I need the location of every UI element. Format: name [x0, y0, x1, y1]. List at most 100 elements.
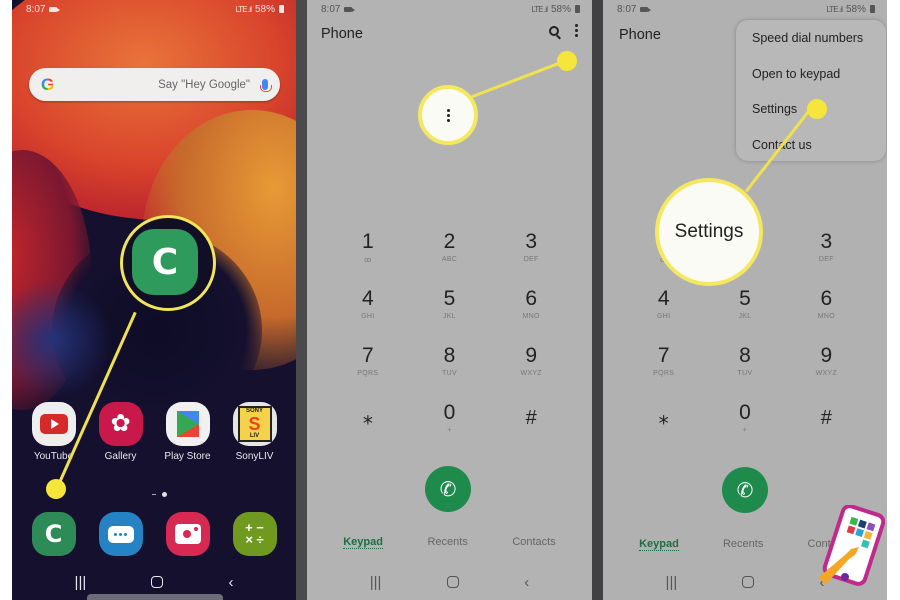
key-star[interactable]: ⁎: [327, 401, 409, 444]
clock: 8:07: [617, 3, 637, 15]
key-6[interactable]: 6 MNO: [786, 287, 867, 330]
camera-icon: [165, 512, 210, 556]
key-5[interactable]: 5 JKL: [704, 287, 785, 330]
magnified-settings: Settings: [655, 178, 763, 286]
more-options-icon[interactable]: [575, 24, 578, 37]
key-9[interactable]: 9 WXYZ: [786, 344, 867, 387]
key-digit: 2: [443, 230, 456, 253]
key-letters: JKL: [443, 313, 456, 320]
key-4[interactable]: 4 GHI: [327, 287, 409, 330]
key-6[interactable]: 6 MNO: [490, 287, 572, 330]
key-9[interactable]: 9 WXYZ: [490, 344, 572, 387]
key-letters: +: [742, 427, 748, 434]
menu-item-speed-dial[interactable]: Speed dial numbers: [736, 28, 886, 64]
dock-camera[interactable]: [157, 512, 219, 556]
key-4[interactable]: 4 GHI: [623, 287, 704, 330]
status-bar: 8:07 LTE .ıl 58%: [603, 2, 887, 16]
menu-item-open-to-keypad[interactable]: Open to keypad: [736, 64, 886, 100]
key-digit: 6: [820, 287, 833, 310]
key-hash[interactable]: #: [786, 401, 867, 444]
key-digit: 3: [820, 230, 833, 253]
dock-calculator[interactable]: + − × ÷: [224, 512, 286, 556]
clock: 8:07: [321, 3, 341, 15]
app-title: Phone: [321, 26, 363, 42]
key-digit: #: [820, 407, 832, 429]
key-letters: MNO: [817, 313, 835, 320]
key-digit: 4: [657, 287, 670, 310]
battery-percent: 58%: [550, 3, 571, 15]
menu-item-contact-us[interactable]: Contact us: [736, 135, 886, 171]
signal-icon: LTE .ıl: [531, 4, 548, 14]
call-button[interactable]: ✆: [722, 467, 768, 513]
google-search-bar[interactable]: G Say "Hey Google": [29, 68, 280, 101]
app-gallery[interactable]: ✿ Gallery: [90, 402, 152, 462]
key-letters: ABC: [441, 256, 458, 263]
key-letters: DEF: [523, 256, 539, 263]
key-8[interactable]: 8 TUV: [704, 344, 785, 387]
play-store-icon: [165, 402, 210, 446]
status-bar: 8:07 LTE .ıl 58%: [307, 2, 592, 16]
signal-icon: LTE .ıl: [235, 4, 252, 14]
recents-button[interactable]: |||: [370, 574, 382, 591]
key-3[interactable]: 3 DEF: [490, 230, 572, 273]
phone-app-icon-magnified[interactable]: C: [132, 229, 198, 295]
key-0[interactable]: 0 +: [704, 401, 785, 444]
key-2[interactable]: 2 ABC: [409, 230, 491, 273]
key-hash[interactable]: #: [490, 401, 572, 444]
key-digit: 6: [525, 287, 537, 310]
search-icon[interactable]: [549, 25, 559, 36]
mic-icon[interactable]: [260, 79, 272, 92]
app-sonyliv[interactable]: SONY S LIV SonyLIV: [224, 402, 286, 462]
app-youtube[interactable]: YouTube: [23, 402, 85, 462]
key-5[interactable]: 5 JKL: [409, 287, 491, 330]
recents-button[interactable]: |||: [666, 574, 678, 591]
key-digit: ⁎: [658, 407, 669, 429]
app-title: Phone: [619, 27, 661, 43]
home-button[interactable]: [742, 576, 755, 588]
key-7[interactable]: 7 PQRS: [623, 344, 704, 387]
key-letters: JKL: [738, 313, 752, 320]
home-apps-row: YouTube ✿ Gallery Play Store SONY S LIV …: [12, 402, 296, 462]
liv-text: LIV: [249, 433, 260, 439]
search-placeholder: Say "Hey Google": [158, 78, 250, 91]
key-letters: WXYZ: [815, 370, 838, 377]
home-button[interactable]: [446, 576, 459, 588]
key-letters: +: [447, 427, 452, 434]
google-logo-icon: G: [41, 74, 55, 94]
tab-recents[interactable]: Recents: [427, 536, 467, 549]
sonyliv-icon: SONY S LIV: [232, 402, 277, 446]
tab-recents[interactable]: Recents: [723, 538, 763, 551]
back-button[interactable]: ‹: [524, 574, 529, 591]
home-button[interactable]: [151, 576, 164, 588]
key-letters: ꝏ: [364, 257, 372, 264]
callout-dot: [807, 99, 827, 119]
video-call-icon: [640, 6, 652, 12]
call-button[interactable]: ✆: [425, 466, 471, 512]
key-1[interactable]: 1ꝏ: [327, 230, 409, 273]
dock-phone[interactable]: C: [23, 512, 85, 556]
key-3[interactable]: 3 DEF: [786, 230, 867, 273]
phone-handset-icon: ✆: [736, 479, 754, 502]
tab-keypad[interactable]: Keypad: [639, 538, 679, 551]
key-0[interactable]: 0 +: [409, 401, 491, 444]
back-button[interactable]: ‹: [228, 574, 233, 591]
key-digit: 5: [739, 287, 751, 310]
battery-icon: [575, 5, 580, 13]
watermark-logo-icon: [819, 505, 885, 586]
key-8[interactable]: 8 TUV: [409, 344, 491, 387]
tab-contacts[interactable]: Contacts: [512, 536, 555, 549]
dock-messages[interactable]: [90, 512, 152, 556]
key-7[interactable]: 7 PQRS: [327, 344, 409, 387]
gallery-icon: ✿: [98, 402, 143, 446]
calculator-icon: + − × ÷: [232, 512, 277, 556]
recents-button[interactable]: |||: [75, 574, 87, 591]
callout-dot: [46, 479, 66, 499]
phone-icon: C: [151, 241, 179, 283]
app-play-store[interactable]: Play Store: [157, 402, 219, 462]
tab-keypad[interactable]: Keypad: [343, 536, 383, 549]
key-letters: PQRS: [357, 370, 379, 377]
nav-bar: ||| ‹: [307, 568, 592, 596]
battery-percent: 58%: [254, 3, 275, 15]
key-star[interactable]: ⁎: [623, 401, 704, 444]
dialer-panel: 8:07 LTE .ıl 58% Phone 1 ꝏ 2 ABC 3 DEF 4 GHI 5 JK…: [307, 0, 592, 600]
